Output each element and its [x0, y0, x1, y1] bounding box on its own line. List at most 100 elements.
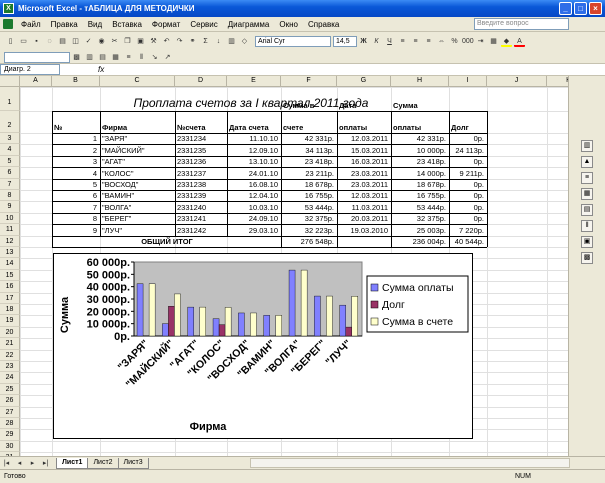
chart-element-select[interactable]: [4, 51, 70, 63]
row-header[interactable]: 24: [0, 372, 20, 384]
hyperlink-icon[interactable]: ⚭: [187, 36, 198, 47]
percent-icon[interactable]: 000: [462, 36, 474, 47]
chart-wizard-icon[interactable]: ▥: [226, 36, 237, 47]
horizontal-scrollbar[interactable]: [250, 458, 570, 468]
row-header[interactable]: 30: [0, 440, 20, 453]
save-icon[interactable]: ▪: [31, 36, 42, 47]
row-header[interactable]: 13: [0, 247, 20, 259]
italic-icon[interactable]: К: [371, 36, 382, 47]
align-center-icon[interactable]: ≡: [410, 36, 421, 47]
column-header[interactable]: C: [100, 76, 175, 87]
close-button[interactable]: ×: [589, 2, 602, 15]
menu-item-4[interactable]: Формат: [147, 20, 185, 29]
font-color-icon[interactable]: A: [514, 36, 525, 47]
fx-icon[interactable]: fx: [98, 65, 104, 74]
column-header[interactable]: D: [175, 76, 227, 87]
row-header[interactable]: 9: [0, 201, 20, 213]
permission-icon[interactable]: ◌: [44, 36, 55, 47]
print-icon[interactable]: ▤: [57, 36, 68, 47]
menu-item-2[interactable]: Вид: [83, 20, 107, 29]
currency-icon[interactable]: %: [449, 36, 460, 47]
autosum-icon[interactable]: Σ: [200, 36, 211, 47]
angle-text-up-icon[interactable]: ↗: [162, 52, 173, 63]
row-header[interactable]: 18: [0, 304, 20, 316]
tab-sheet2[interactable]: Лист2: [87, 457, 119, 469]
column-header[interactable]: I: [449, 76, 487, 87]
legend-side-icon[interactable]: ≡: [581, 172, 593, 184]
column-header[interactable]: K: [547, 76, 568, 87]
last-sheet-icon[interactable]: ▸|: [40, 458, 51, 469]
row-header[interactable]: 26: [0, 395, 20, 407]
row-header[interactable]: 4: [0, 144, 20, 156]
legend-icon[interactable]: ▤: [97, 52, 108, 63]
font-size-select[interactable]: 14,5: [333, 35, 357, 47]
row-header[interactable]: 23: [0, 361, 20, 373]
row-header[interactable]: 2: [0, 111, 20, 133]
redo-icon[interactable]: ↷: [174, 36, 185, 47]
chart-color-side-icon[interactable]: ▲: [581, 156, 593, 168]
row-header[interactable]: 7: [0, 178, 20, 190]
borders-icon[interactable]: ▦: [488, 36, 499, 47]
row-header[interactable]: 25: [0, 383, 20, 396]
underline-icon[interactable]: Ч: [384, 36, 395, 47]
drawing-icon[interactable]: ◇: [239, 36, 250, 47]
row-header[interactable]: 3: [0, 133, 20, 145]
align-left-icon[interactable]: ≡: [397, 36, 408, 47]
spelling-icon[interactable]: ✓: [83, 36, 94, 47]
select-all-corner[interactable]: [0, 76, 20, 87]
chart-type-icon[interactable]: ▥: [84, 52, 95, 63]
row-header[interactable]: 11: [0, 224, 20, 236]
align-right-icon[interactable]: ≡: [423, 36, 434, 47]
prev-sheet-icon[interactable]: ◂: [14, 458, 25, 469]
column-header[interactable]: G: [337, 76, 391, 87]
merge-icon[interactable]: ⇔: [436, 36, 447, 47]
indent-icon[interactable]: ⇥: [475, 36, 486, 47]
font-name-select[interactable]: Arial Cyr: [255, 35, 331, 47]
angle-text-down-icon[interactable]: ↘: [149, 52, 160, 63]
excel-doc-icon[interactable]: [3, 19, 13, 29]
menu-item-6[interactable]: Диаграмма: [223, 20, 275, 29]
worksheet-grid[interactable]: ABCDEFGHIJK 1234567891011121314151617181…: [0, 76, 568, 456]
by-row-icon[interactable]: ≡: [123, 52, 134, 63]
row-header[interactable]: 17: [0, 292, 20, 304]
row-header[interactable]: 1: [0, 87, 20, 111]
row-header[interactable]: 14: [0, 258, 20, 270]
row-header[interactable]: 28: [0, 418, 20, 430]
data-table-icon[interactable]: ▦: [110, 52, 121, 63]
column-header[interactable]: B: [52, 76, 100, 87]
tab-sheet1[interactable]: Лист1: [56, 457, 89, 469]
row-header[interactable]: 19: [0, 315, 20, 327]
column-header[interactable]: J: [487, 76, 547, 87]
undo-icon[interactable]: ↶: [161, 36, 172, 47]
row-header[interactable]: 12: [0, 235, 20, 247]
column-header[interactable]: H: [391, 76, 449, 87]
format-chart-icon[interactable]: ▩: [71, 52, 82, 63]
menu-item-0[interactable]: Файл: [16, 20, 46, 29]
row-header[interactable]: 22: [0, 349, 20, 361]
axis-side-icon[interactable]: ⦀: [581, 220, 593, 232]
new-icon[interactable]: ▯: [5, 36, 16, 47]
row-header[interactable]: 10: [0, 212, 20, 225]
row-header[interactable]: 6: [0, 167, 20, 179]
help-search-input[interactable]: Введите вопрос: [474, 18, 569, 30]
fill-color-icon[interactable]: ◆: [501, 36, 512, 47]
menu-item-7[interactable]: Окно: [274, 20, 303, 29]
chart-type-side-icon[interactable]: ▥: [581, 140, 593, 152]
menu-item-1[interactable]: Правка: [46, 20, 83, 29]
menu-item-5[interactable]: Сервис: [185, 20, 222, 29]
format-painter-icon[interactable]: ⚒: [148, 36, 159, 47]
by-column-icon[interactable]: ⦀: [136, 52, 147, 63]
sort-asc-icon[interactable]: ↓: [213, 36, 224, 47]
paste-icon[interactable]: ▣: [135, 36, 146, 47]
table-side-icon[interactable]: ▤: [581, 204, 593, 216]
row-header[interactable]: 8: [0, 190, 20, 202]
menu-item-8[interactable]: Справка: [303, 20, 344, 29]
column-header[interactable]: E: [227, 76, 281, 87]
row-header[interactable]: 29: [0, 429, 20, 441]
research-icon[interactable]: ◉: [96, 36, 107, 47]
data-side-icon[interactable]: ▦: [581, 188, 593, 200]
chart[interactable]: 0р. 10 000р. 20 000р. 30 000р. 40 000р. 50 00…: [53, 253, 473, 439]
column-header[interactable]: F: [281, 76, 337, 87]
row-header[interactable]: 15: [0, 269, 20, 282]
name-box[interactable]: Диагр. 2: [0, 64, 60, 75]
